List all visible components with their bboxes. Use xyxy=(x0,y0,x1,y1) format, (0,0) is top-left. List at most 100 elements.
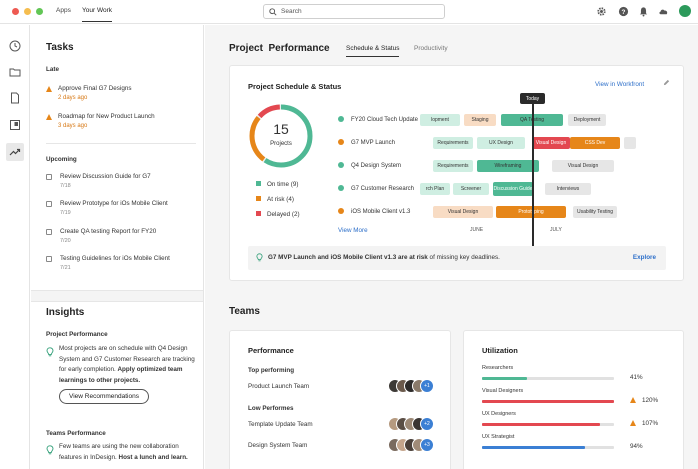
search-input[interactable]: Search xyxy=(263,4,445,19)
legend-swatch xyxy=(256,211,261,216)
gantt-bar[interactable]: Prototyping xyxy=(496,206,566,218)
teams-title: Teams xyxy=(229,306,260,317)
rail-review[interactable] xyxy=(6,116,24,134)
project-name: FY20 Cloud Tech Update xyxy=(351,117,418,123)
team-avatars[interactable]: +3 xyxy=(388,438,438,452)
team-avatars[interactable]: +2 xyxy=(388,417,438,431)
maximize-window-dot[interactable] xyxy=(36,8,43,15)
utilization-value: 94% xyxy=(630,443,643,450)
utilization-track xyxy=(482,400,614,403)
project-row[interactable]: iOS Mobile Client v1.3 xyxy=(338,208,410,215)
gear-icon[interactable] xyxy=(596,6,607,17)
gantt-bar[interactable]: Screener xyxy=(453,183,489,195)
tab-schedule-status[interactable]: Schedule & Status xyxy=(346,45,400,57)
upcoming-task[interactable]: Review Prototype for iOs Mobile Client 7… xyxy=(46,200,196,220)
utilization-label: Researchers xyxy=(482,365,514,371)
gantt-bar[interactable]: Usability Testing xyxy=(573,206,617,218)
gantt-bar[interactable]: Discussion Guide xyxy=(493,182,533,196)
project-performance-insight: Most projects are on schedule with Q4 De… xyxy=(59,344,199,386)
tab-productivity[interactable]: Productivity xyxy=(414,45,448,52)
gantt-bar[interactable]: lopment xyxy=(420,114,460,126)
gantt-bar[interactable]: Interviews xyxy=(545,183,591,195)
gantt-bar[interactable]: Visual Design xyxy=(433,206,493,218)
rail-clock[interactable] xyxy=(6,37,24,55)
bell-icon[interactable] xyxy=(638,6,649,17)
gantt-bar[interactable] xyxy=(624,137,636,149)
gantt-bar[interactable]: Visual Design xyxy=(532,137,570,149)
help-icon[interactable]: ? xyxy=(618,6,629,17)
project-name: Q4 Design System xyxy=(351,163,402,169)
task-checkbox[interactable] xyxy=(46,174,52,180)
tasks-panel: Tasks Late Approve Final G7 Designs 2 da… xyxy=(31,25,204,469)
alert-text: G7 MVP Launch and iOS Mobile Client v1.3… xyxy=(268,254,500,261)
team-name[interactable]: Design System Team xyxy=(248,442,307,449)
upcoming-task[interactable]: Review Discussion Guide for G7 7/18 xyxy=(46,173,196,193)
gantt-bar[interactable]: rch Plan xyxy=(420,183,450,195)
gantt-bar[interactable]: CSS Dev xyxy=(570,137,620,149)
team-name[interactable]: Product Launch Team xyxy=(248,383,309,390)
view-recommendations-button[interactable]: View Recommendations xyxy=(59,389,149,404)
task-date: 7/18 xyxy=(60,183,71,189)
upcoming-task[interactable]: Testing Guidelines for iOs Mobile Client… xyxy=(46,255,196,275)
rail-document[interactable] xyxy=(6,89,24,107)
utilization-bar xyxy=(482,423,600,426)
utilization-track xyxy=(482,377,614,380)
project-row[interactable]: G7 Customer Research xyxy=(338,185,414,192)
task-checkbox[interactable] xyxy=(46,256,52,262)
gantt-bar[interactable]: UX Design xyxy=(477,137,525,149)
gantt-bar[interactable]: Visual Design xyxy=(552,160,614,172)
alert-highlight: G7 MVP Launch and iOS Mobile Client v1.3… xyxy=(268,254,428,261)
gantt-bar[interactable]: Requirements xyxy=(433,137,473,149)
status-dot xyxy=(338,139,344,145)
task-checkbox[interactable] xyxy=(46,201,52,207)
performance-card: Performance Top performing Product Launc… xyxy=(229,330,451,469)
edit-icon[interactable] xyxy=(663,79,670,86)
gantt-bar[interactable]: Requirements xyxy=(433,160,473,172)
minimize-window-dot[interactable] xyxy=(24,8,31,15)
status-dot xyxy=(338,162,344,168)
explore-link[interactable]: Explore xyxy=(633,254,656,261)
legend-at-risk: At risk (4) xyxy=(256,196,294,203)
rail-trend[interactable] xyxy=(6,143,24,161)
utilization-label: UX Strategist xyxy=(482,434,515,440)
view-more-link[interactable]: View More xyxy=(338,227,368,234)
project-name: G7 Customer Research xyxy=(351,186,415,192)
legend-swatch xyxy=(256,181,261,186)
insight-recommendation: Host a lunch and learn. xyxy=(118,453,188,461)
user-avatar[interactable] xyxy=(679,5,691,17)
team-name[interactable]: Template Update Team xyxy=(248,421,313,428)
view-in-workfront-link[interactable]: View in Workfront xyxy=(595,81,644,88)
close-window-dot[interactable] xyxy=(12,8,19,15)
task-title: Review Prototype for iOs Mobile Client xyxy=(60,200,168,207)
gantt-bar[interactable]: Staging xyxy=(464,114,496,126)
project-row[interactable]: FY20 Cloud Tech Update xyxy=(338,116,418,123)
rail-folder[interactable] xyxy=(6,63,24,81)
project-performance-label: Project Performance xyxy=(46,331,108,338)
task-title: Testing Guidelines for iOs Mobile Client xyxy=(60,255,170,262)
month-label: JULY xyxy=(550,227,562,233)
gantt-bar[interactable]: Wireframing xyxy=(477,160,539,172)
nav-apps[interactable]: Apps xyxy=(56,7,71,14)
search-icon xyxy=(269,8,277,16)
project-name: G7 MVP Launch xyxy=(351,140,395,146)
nav-your-work[interactable]: Your Work xyxy=(82,7,112,22)
gantt-timeline: lopment Staging QA Testing Deployment Re… xyxy=(420,100,636,250)
status-dot xyxy=(338,185,344,191)
project-row[interactable]: G7 MVP Launch xyxy=(338,139,395,146)
upcoming-task[interactable]: Create QA testing Report for FY20 7/20 xyxy=(46,228,196,248)
upcoming-label: Upcoming xyxy=(46,156,77,163)
late-task[interactable]: Approve Final G7 Designs 2 days ago xyxy=(46,85,196,105)
project-row[interactable]: Q4 Design System xyxy=(338,162,401,169)
risk-alert-banner: G7 MVP Launch and iOS Mobile Client v1.3… xyxy=(248,246,666,270)
task-checkbox[interactable] xyxy=(46,229,52,235)
cloud-icon[interactable] xyxy=(658,6,669,17)
warning-icon xyxy=(46,114,52,120)
late-task[interactable]: Roadmap for New Product Launch 3 days ag… xyxy=(46,113,196,133)
utilization-label: Visual Designers xyxy=(482,388,524,394)
lightbulb-icon xyxy=(46,445,54,455)
low-performers-label: Low Performes xyxy=(248,405,294,412)
top-performing-label: Top performing xyxy=(248,367,295,374)
gantt-bar[interactable]: Deployment xyxy=(568,114,606,126)
team-avatars[interactable]: +1 xyxy=(388,379,438,393)
status-dot xyxy=(338,116,344,122)
